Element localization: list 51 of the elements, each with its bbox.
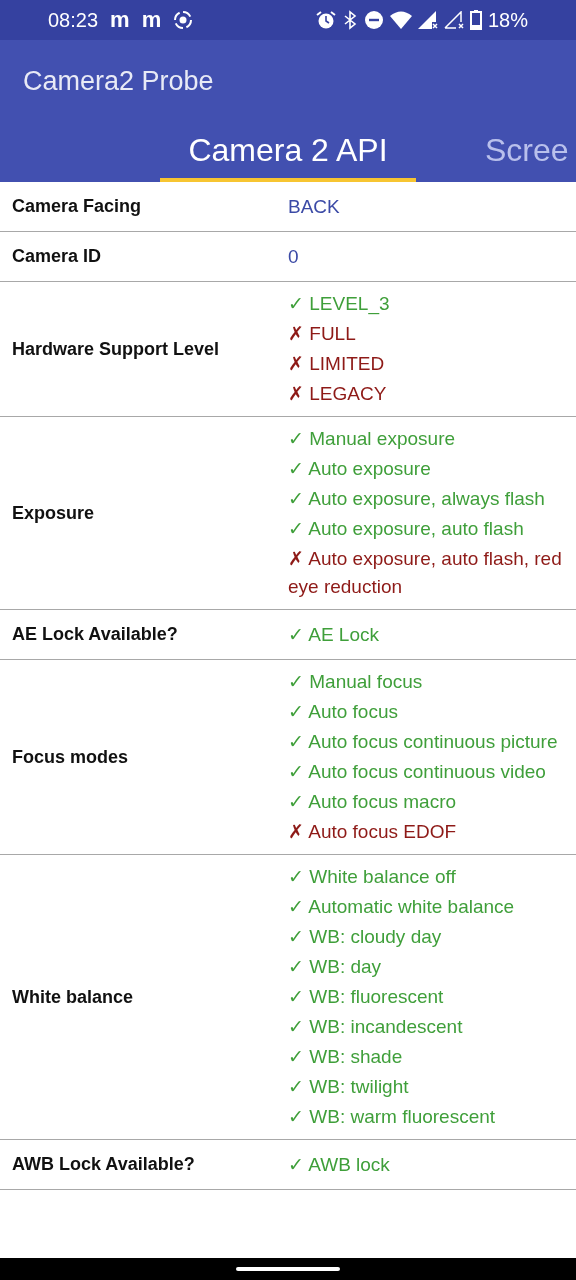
capability-item: ✓ Auto focus continuous picture	[288, 730, 559, 754]
capability-item: ✓ WB: warm fluorescent	[288, 1105, 497, 1129]
capability-item: ✓ WB: incandescent	[288, 1015, 464, 1039]
property-label: AWB Lock Available?	[11, 1154, 196, 1175]
capability-item: ✓ WB: shade	[288, 1045, 404, 1069]
capability-item: ✓ Auto exposure, always flash	[288, 487, 546, 511]
do-not-disturb-icon	[363, 10, 384, 30]
screen-record-icon	[173, 10, 194, 30]
capability-item: ✓ Auto exposure	[288, 457, 432, 481]
capability-item: ✓ Automatic white balance	[288, 895, 516, 919]
capability-item: ✗ LIMITED	[288, 352, 386, 376]
capability-item: ✓ White balance off	[288, 865, 457, 889]
capability-item: ✓ Auto focus	[288, 700, 399, 724]
battery-percent: 18%	[487, 8, 528, 32]
capability-item: ✓ WB: cloudy day	[288, 925, 443, 949]
cell-signal-icon	[417, 11, 438, 29]
property-label: Focus modes	[11, 746, 130, 768]
capability-item: ✓ Manual focus	[288, 670, 424, 694]
property-label: AE Lock Available?	[11, 624, 179, 645]
capability-item: ✓ Auto focus macro	[288, 790, 458, 814]
capability-item: ✓ WB: day	[288, 955, 383, 979]
wifi-icon	[389, 11, 412, 29]
capability-item: ✓ Auto focus continuous video	[288, 760, 547, 784]
capability-item: ✓ WB: fluorescent	[288, 985, 445, 1009]
capability-item: ✓ AE Lock	[288, 622, 380, 647]
capability-item: ✓ WB: twilight	[288, 1075, 410, 1099]
capability-item: ✗ Auto focus EDOF	[288, 820, 458, 844]
property-label: Hardware Support Level	[11, 338, 221, 360]
capability-item: ✓ LEVEL_3	[288, 292, 391, 317]
capability-item: ✓ Auto exposure, auto flash	[288, 517, 525, 541]
property-value: 0	[288, 244, 300, 269]
battery-icon	[469, 10, 482, 30]
cell-signal-icon	[443, 11, 464, 29]
clock: 08:23	[48, 8, 99, 32]
property-label: Exposure	[11, 502, 96, 524]
capability-item: ✗ FULL	[288, 322, 357, 346]
notification-icon: m	[110, 7, 130, 33]
capability-item: ✓ AWB lock	[288, 1152, 391, 1177]
capability-item: ✓ Manual exposure	[288, 427, 457, 451]
home-handle[interactable]	[236, 1267, 340, 1271]
property-label: Camera ID	[11, 246, 103, 267]
capability-item: ✗ Auto exposure, auto flash, red eye reduction	[288, 547, 563, 599]
property-value: BACK	[288, 194, 341, 219]
tab[interactable]: Scree	[416, 122, 569, 182]
tab[interactable]: Camera 2 API	[160, 122, 416, 182]
capability-item: ✗ LEGACY	[288, 382, 388, 406]
notification-icon: m	[141, 7, 162, 33]
property-label: Camera Facing	[11, 196, 143, 217]
app-title: Camera2 Probe	[23, 65, 214, 97]
property-label: White balance	[11, 986, 135, 1008]
alarm-icon	[315, 10, 336, 30]
